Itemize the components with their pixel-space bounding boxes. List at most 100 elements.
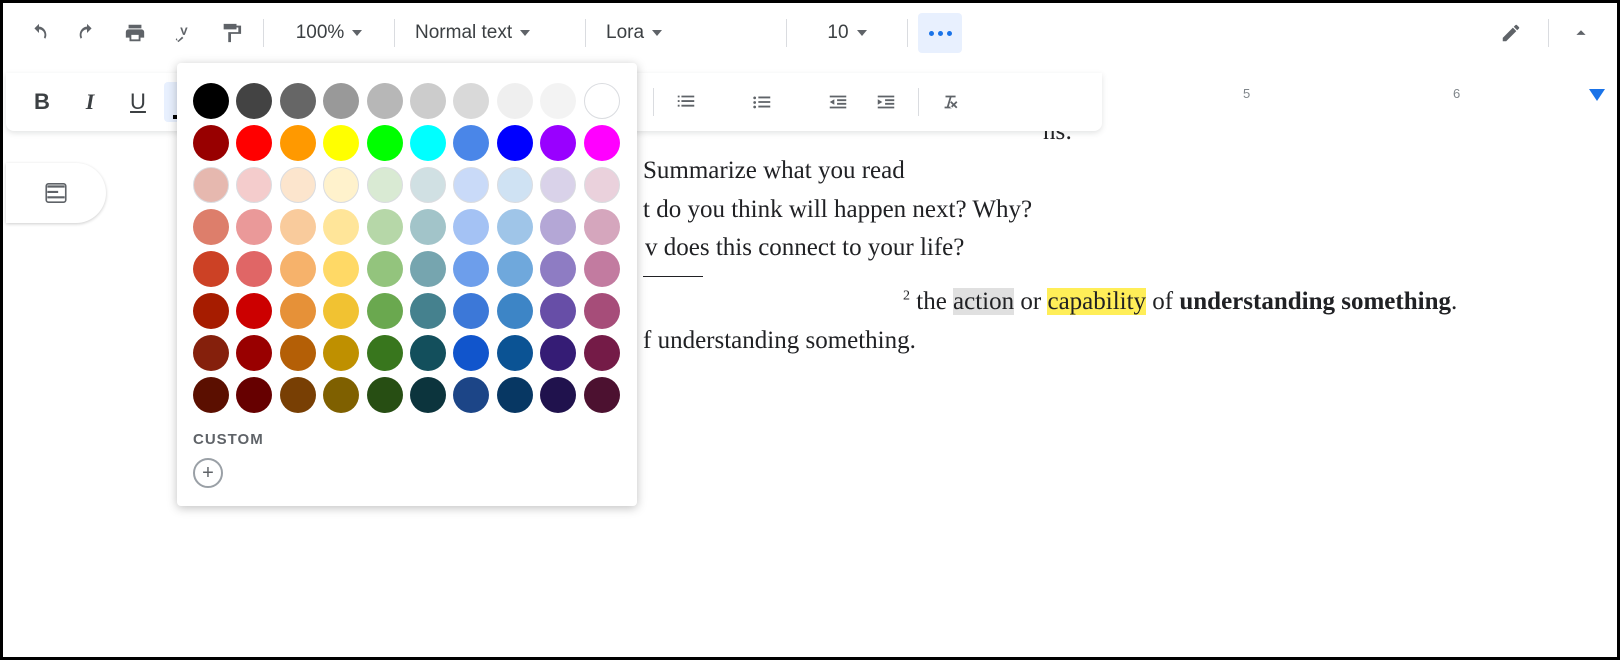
color-swatch[interactable]	[280, 167, 316, 203]
clear-formatting-button[interactable]	[929, 82, 973, 122]
collapse-button[interactable]	[1559, 13, 1603, 53]
color-swatch[interactable]	[280, 251, 316, 287]
color-swatch[interactable]	[236, 293, 272, 329]
color-swatch[interactable]	[453, 125, 489, 161]
color-swatch[interactable]	[540, 209, 576, 245]
color-swatch[interactable]	[367, 167, 403, 203]
color-swatch[interactable]	[323, 125, 359, 161]
color-swatch[interactable]	[453, 335, 489, 371]
color-swatch[interactable]	[540, 167, 576, 203]
color-swatch[interactable]	[193, 335, 229, 371]
color-swatch[interactable]	[540, 335, 576, 371]
color-swatch[interactable]	[280, 209, 316, 245]
color-swatch[interactable]	[453, 167, 489, 203]
numbered-list-button[interactable]	[664, 82, 708, 122]
color-swatch[interactable]	[367, 125, 403, 161]
color-swatch[interactable]	[367, 335, 403, 371]
color-swatch[interactable]	[410, 125, 446, 161]
color-swatch[interactable]	[410, 83, 446, 119]
font-dropdown[interactable]: Lora	[596, 13, 776, 53]
paint-format-button[interactable]	[209, 13, 253, 53]
color-swatch[interactable]	[193, 125, 229, 161]
color-swatch[interactable]	[453, 377, 489, 413]
color-swatch[interactable]	[540, 83, 576, 119]
color-swatch[interactable]	[497, 167, 533, 203]
color-swatch[interactable]	[584, 83, 620, 119]
color-swatch[interactable]	[367, 209, 403, 245]
redo-button[interactable]	[65, 13, 109, 53]
print-button[interactable]	[113, 13, 157, 53]
decrease-indent-button[interactable]	[816, 82, 860, 122]
color-swatch[interactable]	[193, 209, 229, 245]
editing-mode-dropdown[interactable]	[1490, 13, 1538, 53]
color-swatch[interactable]	[193, 377, 229, 413]
underline-button[interactable]: U	[116, 82, 160, 122]
color-swatch[interactable]	[584, 335, 620, 371]
color-swatch[interactable]	[410, 293, 446, 329]
color-swatch[interactable]	[367, 377, 403, 413]
zoom-dropdown[interactable]: 100%	[274, 13, 384, 53]
color-swatch[interactable]	[540, 251, 576, 287]
color-swatch[interactable]	[193, 167, 229, 203]
undo-button[interactable]	[17, 13, 61, 53]
numbered-list-caret[interactable]	[712, 82, 736, 122]
color-swatch[interactable]	[410, 167, 446, 203]
color-swatch[interactable]	[323, 293, 359, 329]
color-swatch[interactable]	[540, 377, 576, 413]
color-swatch[interactable]	[236, 251, 272, 287]
color-swatch[interactable]	[497, 125, 533, 161]
color-swatch[interactable]	[193, 251, 229, 287]
color-swatch[interactable]	[584, 293, 620, 329]
color-swatch[interactable]	[410, 335, 446, 371]
color-swatch[interactable]	[584, 209, 620, 245]
bold-button[interactable]: B	[20, 82, 64, 122]
bulleted-list-button[interactable]	[740, 82, 784, 122]
spellcheck-button[interactable]	[161, 13, 205, 53]
color-swatch[interactable]	[280, 335, 316, 371]
color-swatch[interactable]	[367, 83, 403, 119]
color-swatch[interactable]	[497, 293, 533, 329]
add-custom-color-button[interactable]: +	[193, 458, 223, 488]
color-swatch[interactable]	[410, 251, 446, 287]
color-swatch[interactable]	[236, 209, 272, 245]
color-swatch[interactable]	[236, 125, 272, 161]
color-swatch[interactable]	[280, 377, 316, 413]
color-swatch[interactable]	[584, 377, 620, 413]
color-swatch[interactable]	[497, 83, 533, 119]
color-swatch[interactable]	[453, 83, 489, 119]
color-swatch[interactable]	[540, 293, 576, 329]
color-swatch[interactable]	[280, 293, 316, 329]
color-swatch[interactable]	[410, 209, 446, 245]
color-swatch[interactable]	[584, 251, 620, 287]
color-swatch[interactable]	[323, 83, 359, 119]
color-swatch[interactable]	[453, 209, 489, 245]
color-swatch[interactable]	[323, 377, 359, 413]
color-swatch[interactable]	[584, 167, 620, 203]
color-swatch[interactable]	[280, 125, 316, 161]
color-swatch[interactable]	[497, 335, 533, 371]
color-swatch[interactable]	[497, 251, 533, 287]
color-swatch[interactable]	[236, 377, 272, 413]
ruler-indent-marker[interactable]	[1589, 89, 1605, 103]
color-swatch[interactable]	[236, 167, 272, 203]
more-button[interactable]	[918, 13, 962, 53]
color-swatch[interactable]	[236, 335, 272, 371]
font-size-dropdown[interactable]: 10	[797, 13, 897, 53]
color-swatch[interactable]	[453, 293, 489, 329]
italic-button[interactable]: I	[68, 82, 112, 122]
color-swatch[interactable]	[584, 125, 620, 161]
color-swatch[interactable]	[280, 83, 316, 119]
color-swatch[interactable]	[410, 377, 446, 413]
color-swatch[interactable]	[193, 293, 229, 329]
color-swatch[interactable]	[323, 251, 359, 287]
color-swatch[interactable]	[236, 83, 272, 119]
color-swatch[interactable]	[497, 377, 533, 413]
paragraph-style-dropdown[interactable]: Normal text	[405, 13, 575, 53]
color-swatch[interactable]	[453, 251, 489, 287]
bulleted-list-caret[interactable]	[788, 82, 812, 122]
color-swatch[interactable]	[367, 251, 403, 287]
color-swatch[interactable]	[540, 125, 576, 161]
color-swatch[interactable]	[193, 83, 229, 119]
color-swatch[interactable]	[323, 209, 359, 245]
document-outline-button[interactable]	[6, 163, 106, 223]
